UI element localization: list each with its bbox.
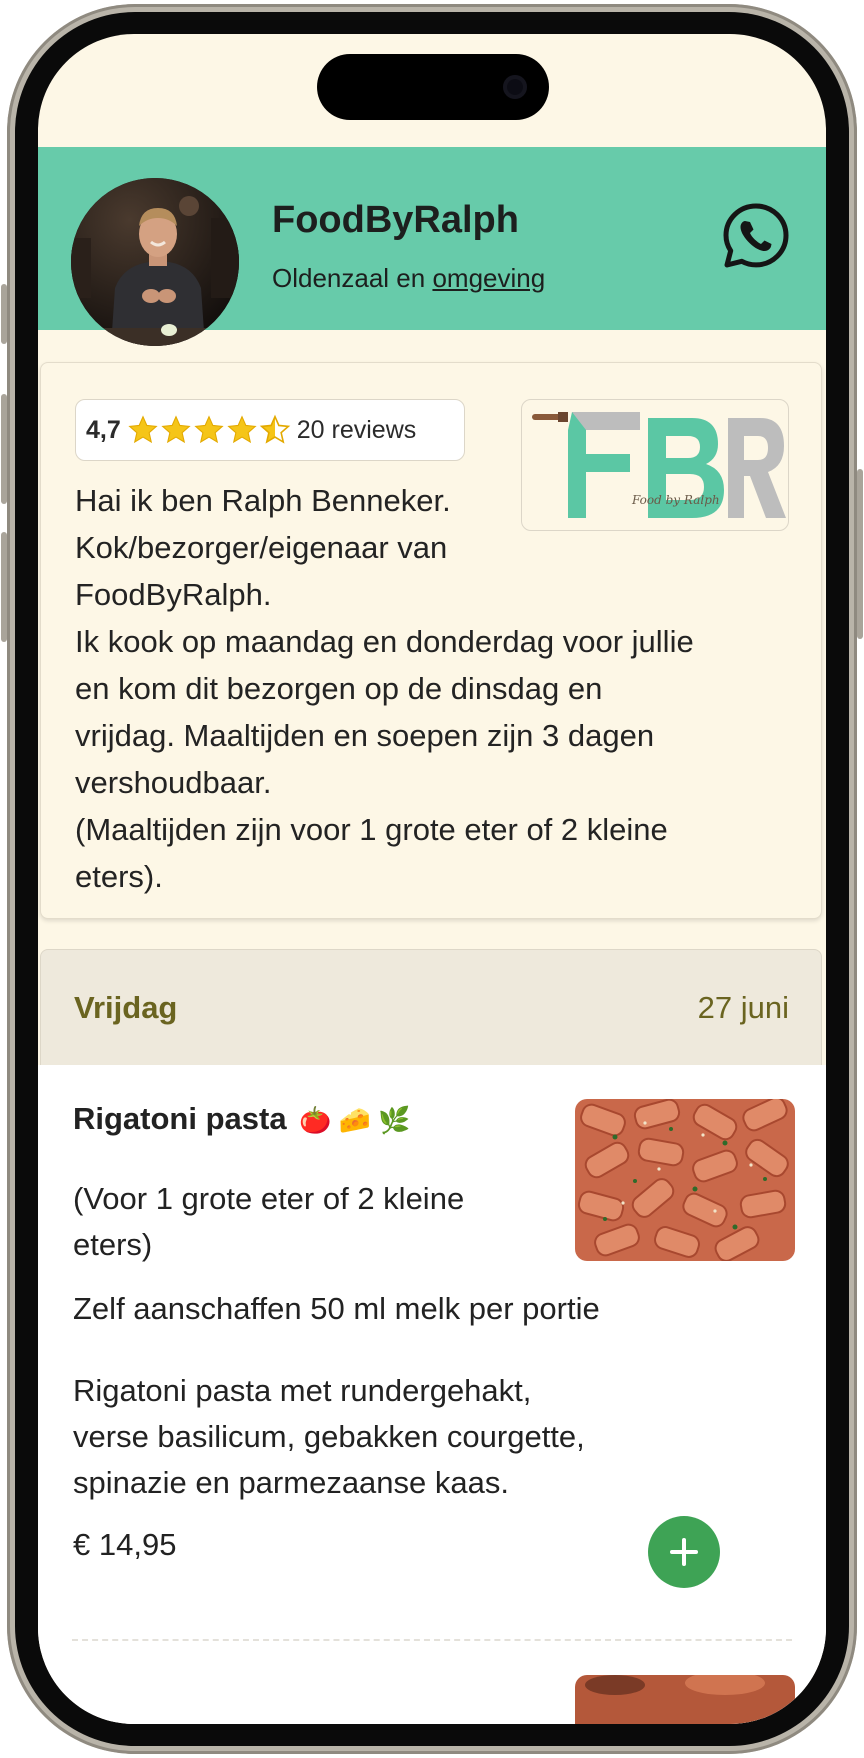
pasta-photo: [575, 1099, 795, 1261]
dish-title: Rigatoni pasta 🍅 🧀 🌿: [73, 1101, 411, 1137]
volume-up-button: [1, 394, 7, 504]
bio-line: FoodByRalph.: [75, 577, 272, 612]
bio-line: Kok/bezorger/eigenaar van: [75, 530, 448, 565]
divider: [72, 1639, 792, 1641]
power-button: [857, 469, 863, 639]
chef-photo: [71, 178, 239, 346]
camera-icon: [503, 75, 527, 99]
menu-list: Rigatoni pasta 🍅 🧀 🌿 (Voor 1 grote eter …: [38, 1065, 826, 1724]
location-link[interactable]: omgeving: [432, 263, 545, 293]
dish-extra: Zelf aanschaffen 50 ml melk per portie: [73, 1291, 600, 1326]
profile-header: FoodByRalph Oldenzaal en omgeving: [38, 147, 826, 346]
star-icon: [227, 415, 257, 444]
star-half-icon: [259, 414, 291, 444]
dish-description: Rigatoni pasta met rundergehakt, verse b…: [73, 1368, 713, 1506]
dynamic-island: [317, 54, 549, 120]
dish-portion: (Voor 1 grote eter of 2 kleine eters): [73, 1181, 465, 1262]
plus-icon: [670, 1538, 698, 1566]
phone-screen: FoodByRalph Oldenzaal en omgeving 4,7 20…: [38, 34, 826, 1724]
bio-line: eters).: [75, 859, 163, 894]
location-text: Oldenzaal en omgeving: [272, 263, 545, 294]
day-date: 27 juni: [697, 990, 789, 1025]
location-prefix: Oldenzaal en: [272, 263, 433, 293]
next-dish-image[interactable]: [575, 1675, 795, 1724]
next-dish-photo: [575, 1675, 795, 1724]
review-count: 20 reviews: [296, 415, 417, 444]
star-rating: [127, 414, 291, 446]
intro-card: 4,7 20 reviews Food by Ralph Hai ik ben …: [40, 362, 822, 919]
dish-desc-line: spinazie en parmezaanse kaas.: [73, 1465, 509, 1500]
brand-name: FoodByRalph: [272, 199, 519, 241]
rating-value: 4,7: [86, 415, 121, 444]
star-icon: [128, 415, 158, 444]
dish-emojis: 🍅 🧀 🌿: [299, 1105, 411, 1135]
bio-line: Ik kook op maandag en donderdag voor jul…: [75, 624, 694, 659]
dish-image[interactable]: [575, 1099, 795, 1261]
whatsapp-icon[interactable]: [721, 201, 791, 271]
dish-desc-line: Rigatoni pasta met rundergehakt,: [73, 1373, 532, 1408]
action-button: [1, 284, 7, 344]
bio-line: vrijdag. Maaltijden en soepen zijn 3 dag…: [75, 718, 655, 753]
bio-line: Hai ik ben Ralph Benneker.: [75, 483, 451, 518]
bio-text: Hai ik ben Ralph Benneker. Kok/bezorger/…: [75, 477, 795, 900]
volume-down-button: [1, 532, 7, 642]
bio-line: (Maaltijden zijn voor 1 grote eter of 2 …: [75, 812, 668, 847]
avatar: [71, 178, 239, 346]
rating-badge[interactable]: 4,7 20 reviews: [75, 399, 465, 461]
add-to-cart-button[interactable]: [648, 1516, 720, 1588]
star-icon: [194, 415, 224, 444]
star-icon: [161, 415, 191, 444]
day-name: Vrijdag: [74, 990, 178, 1025]
dish-desc-line: verse basilicum, gebakken courgette,: [73, 1419, 585, 1454]
day-header: Vrijdag 27 juni: [40, 949, 822, 1065]
bio-line: vershoudbaar.: [75, 765, 272, 800]
dish-name: Rigatoni pasta: [73, 1101, 287, 1136]
bio-line: en kom dit bezorgen op de dinsdag en: [75, 671, 603, 706]
dish-price: € 14,95: [73, 1527, 177, 1562]
